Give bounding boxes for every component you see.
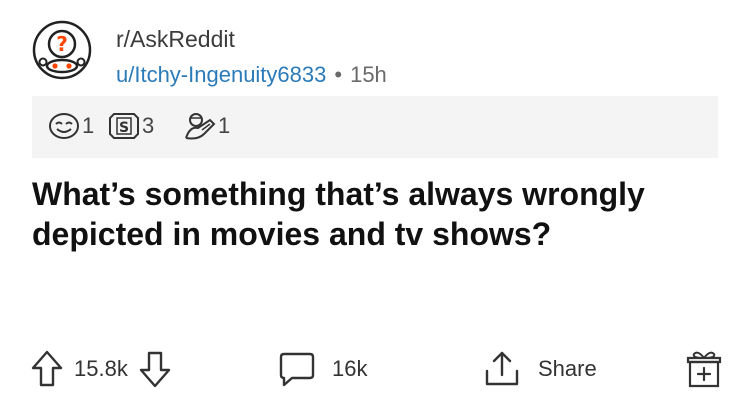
post-header: ? r/AskReddit u/Itchy-Ingenuity6833 • 15h	[32, 14, 722, 88]
award-wholesome[interactable]: 1	[46, 110, 94, 142]
hugz-award-icon	[185, 113, 216, 140]
subreddit-name[interactable]: r/AskReddit	[116, 26, 235, 53]
awards-bar[interactable]: 1 S 3 1	[32, 96, 718, 158]
gift-icon	[686, 351, 722, 388]
comment-bubble-icon	[279, 352, 315, 387]
comment-count: 16k	[332, 356, 368, 381]
vote-group: 15.8k	[30, 345, 172, 393]
svg-text:S: S	[119, 120, 129, 136]
subreddit-avatar[interactable]: ?	[32, 20, 92, 80]
post-meta: u/Itchy-Ingenuity6833 • 15h	[116, 62, 387, 88]
author-link[interactable]: u/Itchy-Ingenuity6833	[116, 62, 326, 87]
wholesome-award-icon	[49, 113, 79, 139]
award-silver[interactable]: S 3	[106, 110, 154, 142]
post-age: 15h	[350, 62, 387, 87]
award-count: 1	[82, 113, 95, 138]
downvote-arrow-icon[interactable]	[138, 349, 172, 389]
upvote-arrow-icon[interactable]	[30, 349, 64, 389]
award-count: 1	[218, 113, 231, 138]
comments-button[interactable]: 16k	[278, 345, 367, 393]
meta-separator: •	[334, 62, 343, 87]
share-icon	[485, 351, 519, 386]
award-count: 3	[142, 113, 155, 138]
award-hugz[interactable]: 1	[182, 110, 230, 142]
share-label: Share	[538, 356, 597, 381]
svg-text:?: ?	[56, 32, 68, 56]
share-button[interactable]: Share	[482, 345, 597, 393]
post-action-bar: 15.8k 16k Share	[30, 345, 730, 393]
askreddit-snoo-icon: ?	[32, 20, 92, 80]
post-title[interactable]: What’s something that’s always wrongly d…	[32, 174, 682, 254]
silver-award-icon: S	[109, 113, 139, 139]
award-button[interactable]	[684, 345, 724, 393]
vote-score: 15.8k	[74, 356, 128, 381]
